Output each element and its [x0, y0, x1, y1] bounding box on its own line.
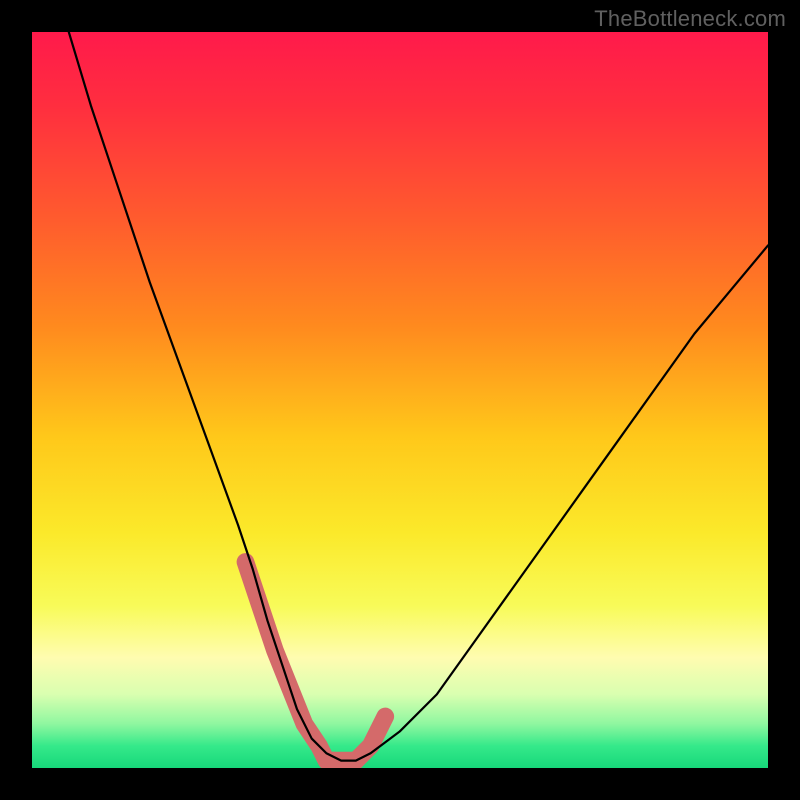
highlight-segments: [245, 562, 385, 761]
chart-stage: TheBottleneck.com: [0, 0, 800, 800]
bottleneck-curve: [69, 32, 768, 761]
chart-plot-area: [32, 32, 768, 768]
chart-curve-layer: [32, 32, 768, 768]
watermark-text: TheBottleneck.com: [594, 6, 786, 32]
